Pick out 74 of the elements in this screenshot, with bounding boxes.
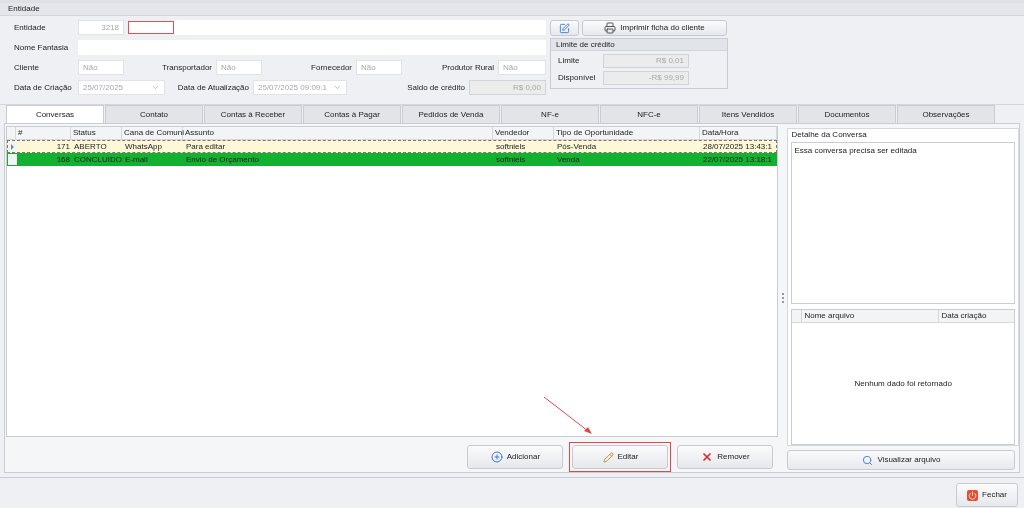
tab[interactable]: Contato bbox=[105, 105, 203, 123]
panel-title: Detalhe da Conversa bbox=[791, 129, 868, 141]
table-cell-text: 28/07/2025 13:43:1 bbox=[702, 141, 773, 152]
splitter-grip-icon[interactable] bbox=[781, 293, 784, 303]
field-label: Produtor Rural bbox=[441, 62, 494, 72]
input-field[interactable] bbox=[174, 20, 546, 35]
group-title: Entidade bbox=[8, 3, 40, 15]
plus-icon bbox=[490, 451, 503, 463]
edit-note-button[interactable] bbox=[550, 20, 579, 36]
tab[interactable]: NF-e bbox=[501, 105, 599, 123]
table-cell-text: 168 bbox=[55, 154, 71, 165]
table-row[interactable]: 171 ABERTO WhatsApp Para editar softniels Pós-Venda 28/07/2025 13:43:1 bbox=[7, 140, 778, 153]
panel-title: Limite de crédito bbox=[556, 38, 615, 51]
column-header[interactable]: Cana de Comuni bbox=[122, 127, 183, 139]
empty-message: Nenhum dado foi retornado bbox=[854, 377, 952, 390]
tab[interactable]: NFC-e bbox=[600, 105, 698, 123]
notepad-pencil-icon bbox=[559, 22, 570, 34]
close-icon bbox=[701, 451, 714, 463]
table-cell-text: ABERTO bbox=[73, 141, 108, 152]
table-cell-text: E-mail bbox=[124, 154, 149, 165]
printer-icon bbox=[604, 22, 617, 34]
tab[interactable]: Documentos bbox=[798, 105, 896, 123]
field-label: Disponível bbox=[558, 73, 596, 82]
search-icon bbox=[862, 454, 874, 466]
table-cell-text: Pós-Venda bbox=[556, 141, 598, 152]
row-header-cell[interactable] bbox=[8, 141, 17, 152]
tab[interactable]: Pedidos de Venda bbox=[402, 105, 500, 123]
tab[interactable]: Observações bbox=[897, 105, 995, 123]
power-icon bbox=[967, 489, 979, 501]
table-cell-text: 171 bbox=[55, 141, 71, 152]
pencil-icon bbox=[602, 451, 614, 463]
remove-button[interactable]: Remover bbox=[677, 445, 774, 469]
table-row[interactable]: 168 CONCLUIDO E-mail Envio de Orçamento softniels Venda 22/07/2025 13:18:1 bbox=[7, 153, 778, 166]
chevron-down-icon bbox=[333, 83, 342, 92]
table-cell-text: Venda bbox=[556, 154, 581, 165]
row-header-cell[interactable] bbox=[8, 154, 17, 165]
column-header[interactable]: Status bbox=[71, 127, 122, 139]
row-pointer-icon bbox=[11, 143, 14, 150]
column-header[interactable]: Vendedor bbox=[493, 127, 554, 139]
tab[interactable]: Contas à Pagar bbox=[303, 105, 401, 123]
field-label: Nome Fantasia bbox=[14, 42, 69, 52]
table-cell-text: 22/07/2025 13:18:1 bbox=[702, 154, 773, 165]
field-label: Fornecedor bbox=[311, 62, 352, 72]
print-button[interactable]: Imprimir ficha do cliente bbox=[582, 20, 727, 36]
field-label: Data de Atualização bbox=[177, 82, 249, 92]
table-cell-text: WhatsApp bbox=[124, 141, 163, 152]
table-cell-text: Envio de Orçamento bbox=[185, 154, 260, 165]
tab[interactable]: Conversas bbox=[6, 105, 104, 123]
column-header[interactable]: Nome arquivo bbox=[802, 310, 940, 322]
column-header[interactable]: Data/Hora bbox=[700, 127, 778, 139]
field-label: Saldo de crédito bbox=[407, 82, 465, 92]
column-header[interactable]: Tipo de Oportunidade bbox=[554, 127, 700, 139]
tab[interactable]: Contas à Receber bbox=[204, 105, 302, 123]
table-cell-text: softniels bbox=[495, 141, 527, 152]
column-header[interactable]: Assunto bbox=[183, 127, 493, 139]
tab[interactable]: Itens Vendidos bbox=[699, 105, 797, 123]
detail-text-area[interactable]: Essa conversa precisa ser editada bbox=[791, 142, 1015, 304]
input-field[interactable] bbox=[128, 21, 174, 34]
arrow-annotation bbox=[543, 396, 593, 436]
close-button[interactable]: Fechar bbox=[956, 483, 1018, 507]
column-header[interactable]: Data criação bbox=[939, 310, 1014, 322]
field-label: Transportador bbox=[162, 62, 212, 72]
view-file-button[interactable]: Visualizar arquivo bbox=[787, 450, 1016, 470]
add-button[interactable]: Adicionar bbox=[467, 445, 564, 469]
table-cell-text: Para editar bbox=[185, 141, 227, 152]
field-label: Limite bbox=[558, 56, 580, 65]
column-header[interactable]: # bbox=[16, 127, 71, 139]
table-cell-text: CONCLUIDO bbox=[73, 154, 123, 165]
field-label: Cliente bbox=[14, 62, 39, 72]
field-label: Data de Criação bbox=[14, 82, 72, 92]
table-cell-text: softniels bbox=[495, 154, 527, 165]
field-label: Entidade bbox=[14, 22, 46, 32]
chevron-down-icon bbox=[151, 83, 160, 92]
edit-button[interactable]: Editar bbox=[572, 445, 669, 469]
